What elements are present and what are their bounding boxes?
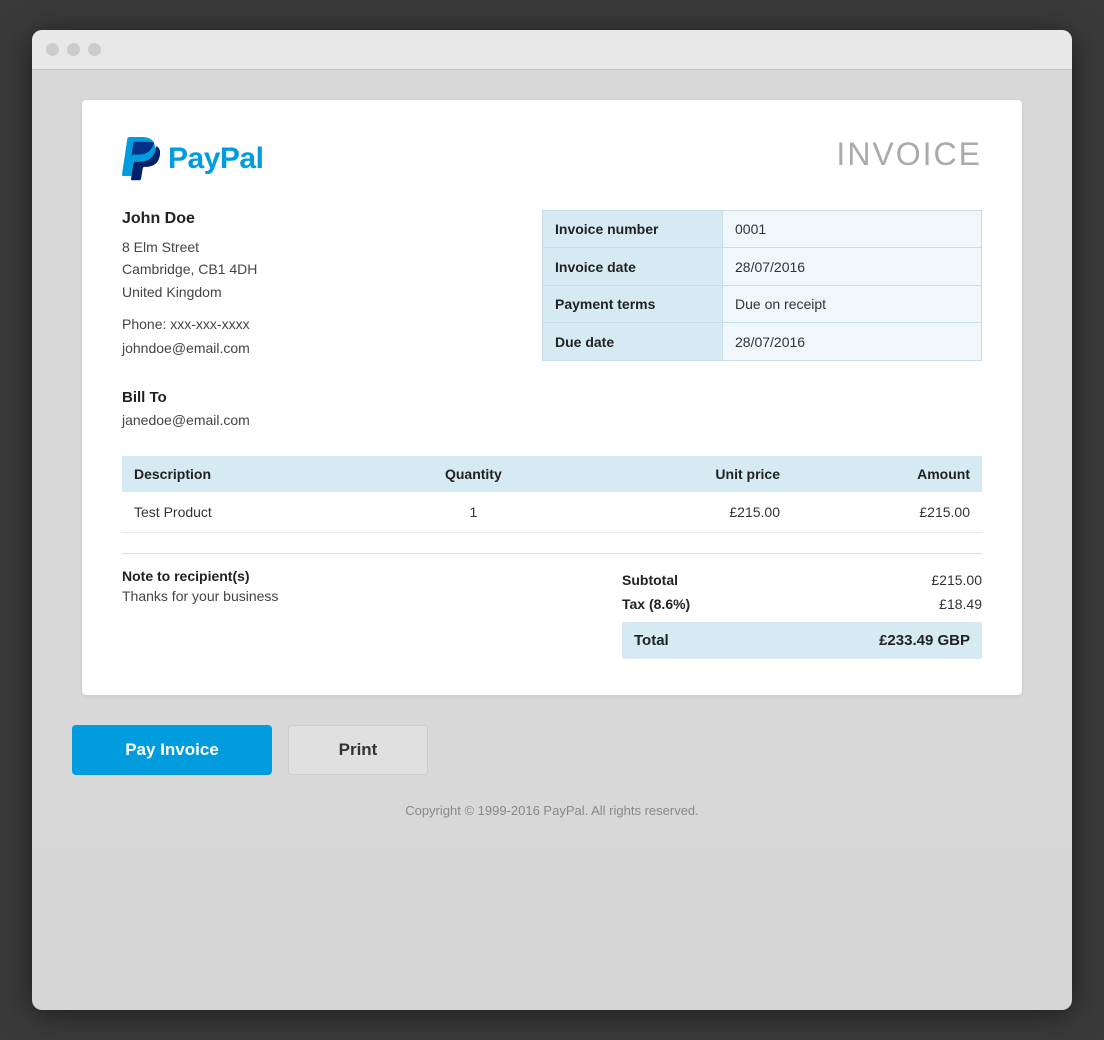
invoice-info: John Doe 8 Elm Street Cambridge, CB1 4DH… (122, 210, 982, 361)
col-amount: Amount (792, 456, 982, 492)
col-quantity: Quantity (374, 456, 574, 492)
minimize-button[interactable] (67, 43, 80, 56)
item-quantity: 1 (374, 492, 574, 533)
app-window: PayPal INVOICE John Doe 8 Elm Street Cam… (32, 30, 1072, 1010)
meta-label-due-date: Due date (543, 323, 723, 360)
meta-label-invoice-number: Invoice number (543, 211, 723, 248)
action-buttons: Pay Invoice Print (72, 725, 428, 775)
sender-name: John Doe (122, 210, 542, 228)
meta-row-invoice-date: Invoice date 28/07/2016 (543, 248, 982, 285)
sender-email: johndoe@email.com (122, 340, 250, 356)
bill-to-label: Bill To (122, 389, 982, 406)
window-content: PayPal INVOICE John Doe 8 Elm Street Cam… (32, 70, 1072, 848)
invoice-card: PayPal INVOICE John Doe 8 Elm Street Cam… (82, 100, 1022, 695)
paypal-logo: PayPal (122, 136, 263, 182)
meta-value-due-date: 28/07/2016 (723, 323, 982, 360)
paypal-wordmark: PayPal (168, 142, 263, 176)
meta-value-invoice-number: 0001 (723, 211, 982, 248)
item-description: Test Product (122, 492, 374, 533)
invoice-title: INVOICE (836, 136, 982, 173)
address-line3: United Kingdom (122, 284, 222, 300)
close-button[interactable] (46, 43, 59, 56)
total-label: Total (634, 632, 669, 649)
subtotal-value: £215.00 (931, 572, 982, 588)
sender-address: 8 Elm Street Cambridge, CB1 4DH United K… (122, 236, 542, 303)
totals-section: Subtotal £215.00 Tax (8.6%) £18.49 Total… (622, 568, 982, 659)
address-line1: 8 Elm Street (122, 239, 199, 255)
table-header-row: Description Quantity Unit price Amount (122, 456, 982, 492)
note-text: Thanks for your business (122, 588, 602, 604)
maximize-button[interactable] (88, 43, 101, 56)
note-section: Note to recipient(s) Thanks for your bus… (122, 568, 622, 604)
address-line2: Cambridge, CB1 4DH (122, 261, 257, 277)
meta-row-invoice-number: Invoice number 0001 (543, 211, 982, 248)
invoice-footer: Note to recipient(s) Thanks for your bus… (122, 554, 982, 659)
traffic-lights (46, 43, 101, 56)
invoice-header: PayPal INVOICE (122, 136, 982, 182)
table-row: Test Product 1 £215.00 £215.00 (122, 492, 982, 533)
subtotal-label: Subtotal (622, 572, 718, 588)
tax-value: £18.49 (939, 596, 982, 612)
total-final-row: Total £233.49 GBP (622, 622, 982, 659)
print-button[interactable]: Print (288, 725, 428, 775)
item-amount: £215.00 (792, 492, 982, 533)
paypal-pay: Pay (168, 142, 220, 175)
phone-label: Phone: (122, 316, 166, 332)
total-value: £233.49 GBP (879, 632, 970, 649)
spacer-row (122, 532, 982, 553)
note-label: Note to recipient(s) (122, 568, 602, 584)
meta-value-invoice-date: 28/07/2016 (723, 248, 982, 285)
meta-label-invoice-date: Invoice date (543, 248, 723, 285)
items-table: Description Quantity Unit price Amount T… (122, 456, 982, 553)
meta-value-payment-terms: Due on receipt (723, 285, 982, 322)
invoice-meta-table: Invoice number 0001 Invoice date 28/07/2… (542, 210, 982, 361)
footer-copyright: Copyright © 1999-2016 PayPal. All rights… (405, 803, 699, 818)
sender-contact: Phone: xxx-xxx-xxxx johndoe@email.com (122, 313, 542, 361)
bill-to-section: Bill To janedoe@email.com (122, 389, 982, 428)
col-description: Description (122, 456, 374, 492)
meta-row-due-date: Due date 28/07/2016 (543, 323, 982, 360)
pay-invoice-button[interactable]: Pay Invoice (72, 725, 272, 775)
item-unit-price: £215.00 (573, 492, 792, 533)
phone-value: xxx-xxx-xxxx (170, 316, 249, 332)
sender-info: John Doe 8 Elm Street Cambridge, CB1 4DH… (122, 210, 542, 361)
col-unit-price: Unit price (573, 456, 792, 492)
paypal-pal: Pal (220, 142, 264, 175)
tax-label: Tax (8.6%) (622, 596, 730, 612)
meta-row-payment-terms: Payment terms Due on receipt (543, 285, 982, 322)
paypal-p-icon (122, 136, 160, 182)
meta-label-payment-terms: Payment terms (543, 285, 723, 322)
tax-row: Tax (8.6%) £18.49 (622, 592, 982, 616)
titlebar (32, 30, 1072, 70)
subtotal-row: Subtotal £215.00 (622, 568, 982, 592)
bill-to-email: janedoe@email.com (122, 412, 982, 428)
